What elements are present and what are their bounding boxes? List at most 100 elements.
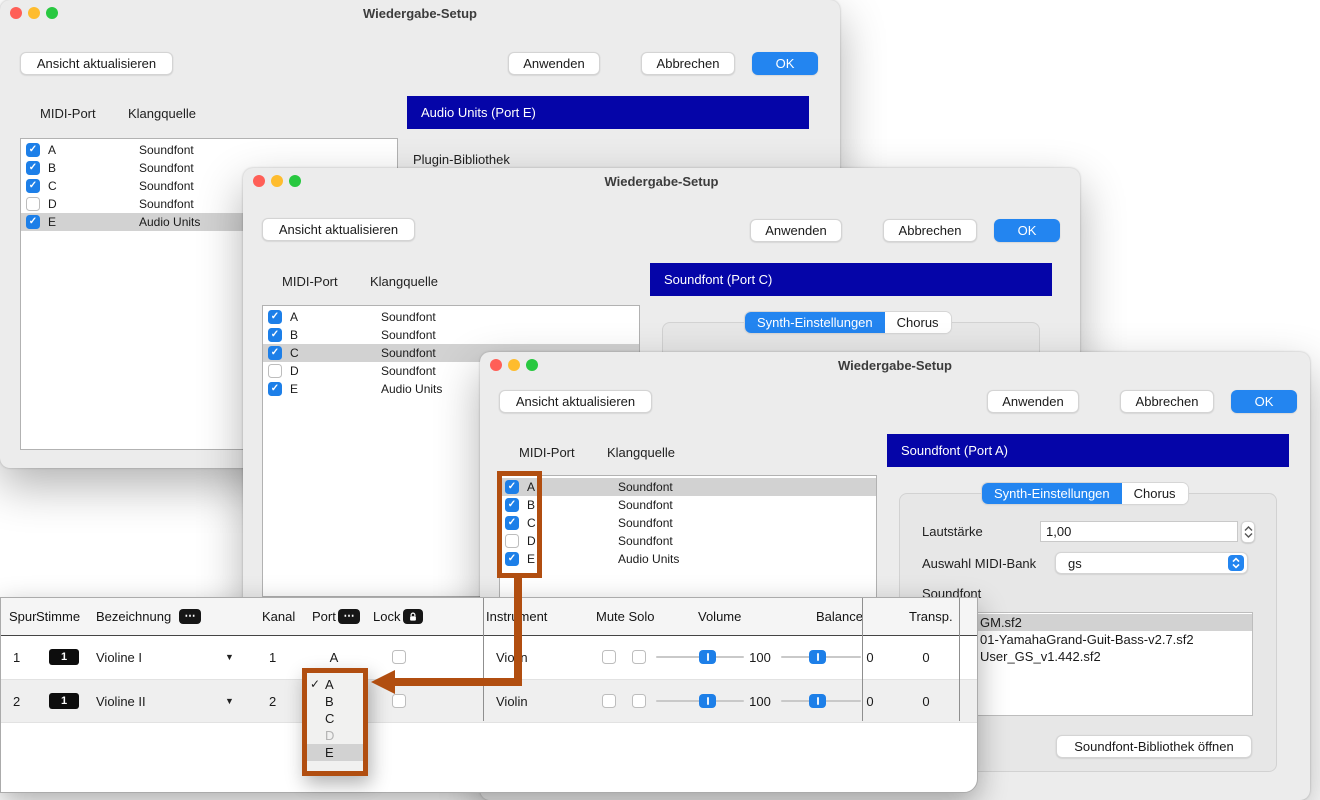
port-dropdown-menu[interactable]: ✓ABCDE bbox=[302, 668, 368, 776]
balance-slider-thumb[interactable] bbox=[809, 650, 826, 664]
zoom-icon[interactable] bbox=[526, 359, 538, 371]
tab-synth-einstellungen[interactable]: Synth-Einstellungen bbox=[982, 483, 1122, 504]
open-soundfont-library-button[interactable]: Soundfont-Bibliothek öffnen bbox=[1056, 735, 1252, 758]
midi-port-row[interactable]: DSoundfont bbox=[500, 532, 876, 550]
midi-port-row[interactable]: ASoundfont bbox=[21, 141, 397, 159]
close-icon[interactable] bbox=[490, 359, 502, 371]
port-source: Soundfont bbox=[139, 177, 194, 195]
zoom-icon[interactable] bbox=[289, 175, 301, 187]
window-title: Wiedergabe-Setup bbox=[604, 174, 718, 189]
column-header-klangquelle: Klangquelle bbox=[607, 445, 675, 460]
apply-button[interactable]: Anwenden bbox=[750, 219, 842, 242]
column-header-midi-port: MIDI-Port bbox=[519, 445, 575, 460]
port-enabled-checkbox[interactable] bbox=[26, 143, 40, 157]
refresh-view-button[interactable]: Ansicht aktualisieren bbox=[20, 52, 173, 75]
port-enabled-checkbox[interactable] bbox=[26, 161, 40, 175]
column-divider bbox=[862, 598, 863, 721]
header-volume: Volume bbox=[698, 609, 741, 624]
midi-bank-select[interactable]: gs bbox=[1055, 552, 1248, 574]
zoom-icon[interactable] bbox=[46, 7, 58, 19]
midi-port-row[interactable]: CSoundfont bbox=[500, 514, 876, 532]
titlebar[interactable]: Wiedergabe-Setup bbox=[243, 168, 1080, 195]
port-letter: E bbox=[48, 213, 56, 231]
midi-port-row[interactable]: BSoundfont bbox=[500, 496, 876, 514]
mute-checkbox[interactable] bbox=[602, 694, 616, 708]
volume-value: 100 bbox=[743, 636, 777, 679]
port-menu-item-b[interactable]: B bbox=[307, 693, 363, 710]
minimize-icon[interactable] bbox=[28, 7, 40, 19]
volume-slider-thumb[interactable] bbox=[699, 650, 716, 664]
apply-button[interactable]: Anwenden bbox=[987, 390, 1079, 413]
mixer-header: Spur Stimme Bezeichnung ⋯ Kanal Port ⋯ L… bbox=[1, 598, 977, 636]
stimme-badge[interactable]: 1 bbox=[49, 693, 79, 709]
port-menu-item-c[interactable]: C bbox=[307, 710, 363, 727]
cancel-button[interactable]: Abbrechen bbox=[883, 219, 977, 242]
solo-checkbox[interactable] bbox=[632, 650, 646, 664]
spur-cell: 2 bbox=[13, 680, 20, 722]
lock-checkbox[interactable] bbox=[392, 650, 406, 664]
tab-synth-einstellungen[interactable]: Synth-Einstellungen bbox=[745, 312, 885, 333]
volume-slider-thumb[interactable] bbox=[699, 694, 716, 708]
bezeichnung-cell[interactable]: Violine II bbox=[96, 680, 146, 722]
port-menu-item-a[interactable]: ✓A bbox=[307, 676, 363, 693]
window-title: Wiedergabe-Setup bbox=[363, 6, 477, 21]
tab-chorus[interactable]: Chorus bbox=[885, 312, 951, 333]
ok-button[interactable]: OK bbox=[994, 219, 1060, 242]
volume-input[interactable]: 1,00 bbox=[1040, 521, 1238, 542]
minimize-icon[interactable] bbox=[508, 359, 520, 371]
lock-checkbox[interactable] bbox=[392, 694, 406, 708]
close-icon[interactable] bbox=[10, 7, 22, 19]
lock-all-button[interactable] bbox=[403, 609, 423, 624]
apply-button[interactable]: Anwenden bbox=[508, 52, 600, 75]
port-enabled-checkbox[interactable] bbox=[26, 197, 40, 211]
port-enabled-checkbox[interactable] bbox=[268, 364, 282, 378]
cancel-button[interactable]: Abbrechen bbox=[641, 52, 735, 75]
port-enabled-checkbox[interactable] bbox=[268, 346, 282, 360]
port-source: Audio Units bbox=[618, 550, 679, 568]
bezeichnung-dropdown-icon[interactable]: ▼ bbox=[225, 652, 234, 662]
port-menu-item-e[interactable]: E bbox=[307, 744, 363, 761]
annotation-box-ports bbox=[497, 471, 542, 578]
port-menu-label: B bbox=[325, 694, 334, 709]
bezeichnung-dropdown-icon[interactable]: ▼ bbox=[225, 696, 234, 706]
port-source: Soundfont bbox=[381, 308, 436, 326]
annotation-line-horizontal bbox=[393, 678, 522, 686]
midi-port-row[interactable]: ASoundfont bbox=[500, 478, 876, 496]
bezeichnung-more-button[interactable]: ⋯ bbox=[179, 609, 201, 624]
cancel-button[interactable]: Abbrechen bbox=[1120, 390, 1214, 413]
midi-port-row[interactable]: EAudio Units bbox=[500, 550, 876, 568]
ok-button[interactable]: OK bbox=[752, 52, 818, 75]
port-letter: C bbox=[290, 344, 299, 362]
midi-port-row[interactable]: ASoundfont bbox=[263, 308, 639, 326]
port-enabled-checkbox[interactable] bbox=[268, 328, 282, 342]
lock-icon bbox=[408, 612, 418, 622]
titlebar[interactable]: Wiedergabe-Setup bbox=[480, 352, 1310, 379]
column-header-midi-port: MIDI-Port bbox=[282, 274, 338, 289]
mixer-panel: Spur Stimme Bezeichnung ⋯ Kanal Port ⋯ L… bbox=[0, 597, 978, 793]
screen: Wiedergabe-Setup Ansicht aktualisieren A… bbox=[0, 0, 1320, 800]
ok-button[interactable]: OK bbox=[1231, 390, 1297, 413]
port-source: Soundfont bbox=[618, 496, 673, 514]
volume-stepper[interactable] bbox=[1241, 521, 1255, 543]
titlebar[interactable]: Wiedergabe-Setup bbox=[0, 0, 840, 27]
bezeichnung-cell[interactable]: Violine I bbox=[96, 636, 142, 679]
midi-bank-value: gs bbox=[1068, 556, 1082, 571]
kanal-cell: 1 bbox=[269, 636, 276, 679]
refresh-view-button[interactable]: Ansicht aktualisieren bbox=[499, 390, 652, 413]
port-more-button[interactable]: ⋯ bbox=[338, 609, 360, 624]
port-enabled-checkbox[interactable] bbox=[26, 215, 40, 229]
port-enabled-checkbox[interactable] bbox=[26, 179, 40, 193]
header-mute-solo: Mute Solo bbox=[596, 609, 655, 624]
refresh-view-button[interactable]: Ansicht aktualisieren bbox=[262, 218, 415, 241]
port-enabled-checkbox[interactable] bbox=[268, 310, 282, 324]
port-enabled-checkbox[interactable] bbox=[268, 382, 282, 396]
close-icon[interactable] bbox=[253, 175, 265, 187]
tab-chorus[interactable]: Chorus bbox=[1122, 483, 1188, 504]
minimize-icon[interactable] bbox=[271, 175, 283, 187]
port-letter: B bbox=[290, 326, 298, 344]
mute-checkbox[interactable] bbox=[602, 650, 616, 664]
solo-checkbox[interactable] bbox=[632, 694, 646, 708]
midi-port-row[interactable]: BSoundfont bbox=[263, 326, 639, 344]
balance-slider-thumb[interactable] bbox=[809, 694, 826, 708]
stimme-badge[interactable]: 1 bbox=[49, 649, 79, 665]
